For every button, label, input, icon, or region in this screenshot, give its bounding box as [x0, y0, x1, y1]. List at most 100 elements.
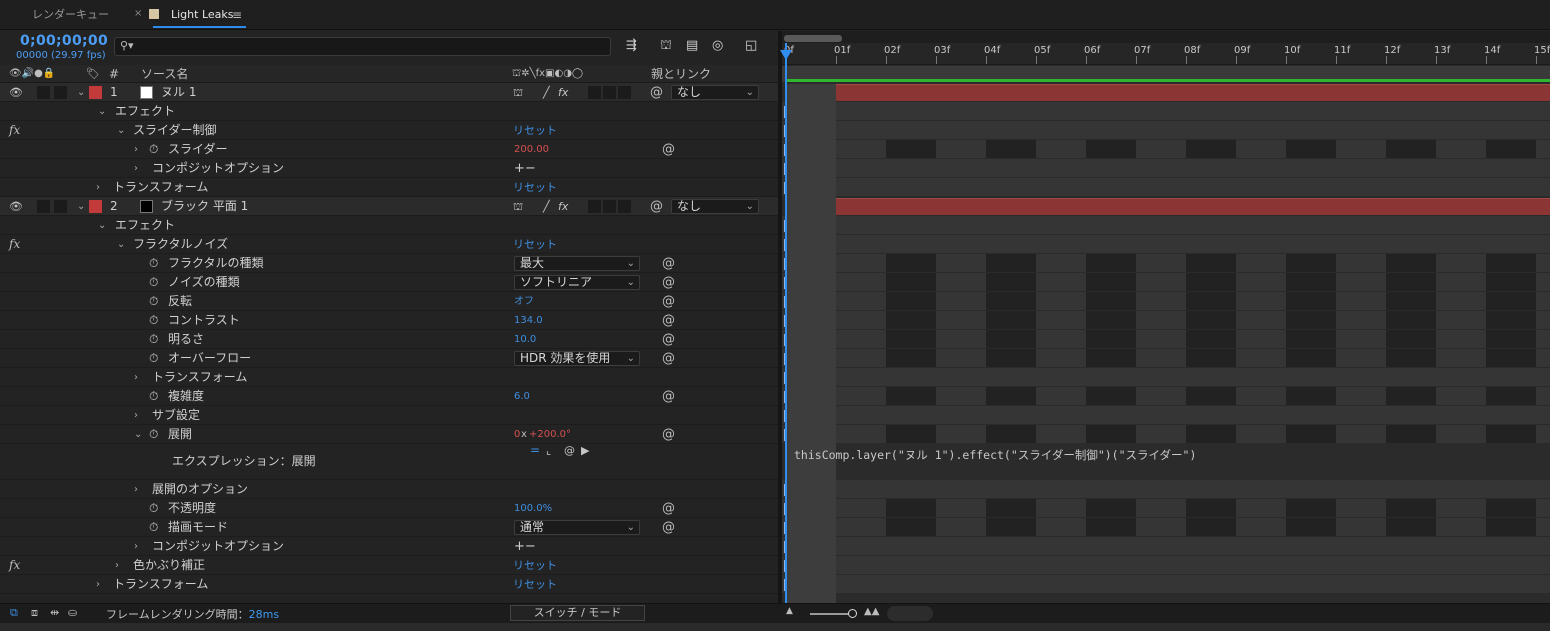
- pick-whip-icon[interactable]: @: [662, 425, 675, 444]
- property-row[interactable]: › コンポジットオプション +−: [0, 159, 778, 178]
- timeline-track[interactable]: [782, 537, 1550, 556]
- label-color-swatch[interactable]: [89, 86, 102, 99]
- playhead-handle[interactable]: [780, 50, 792, 60]
- timeline-track[interactable]: [782, 387, 1550, 406]
- property-dropdown[interactable]: ソフトリニア ⌄: [514, 275, 640, 290]
- property-row[interactable]: › ⏱ スライダー 200.00 @: [0, 140, 778, 159]
- adjustment-switch[interactable]: [618, 200, 631, 213]
- property-row[interactable]: エクスプレッション：展開 = ⌞ @ ▶: [0, 441, 778, 480]
- layer-row[interactable]: 👁 ⌄ 1 ヌル 1 ⛫ ╱ fx @ なし ⌄: [0, 83, 778, 102]
- layer-duration-bar[interactable]: [786, 198, 1550, 215]
- time-navigator-range[interactable]: [784, 35, 842, 42]
- property-row[interactable]: fx ⌄ スライダー制御 リセット: [0, 121, 778, 140]
- property-row[interactable]: ⏱ 明るさ 10.0 @: [0, 330, 778, 349]
- tab-render-queue[interactable]: レンダーキュー: [32, 0, 109, 30]
- shy-switch-icon[interactable]: ⛫: [513, 197, 523, 216]
- timeline-track[interactable]: [782, 121, 1550, 140]
- pick-whip-icon[interactable]: @: [662, 499, 675, 518]
- pick-whip-icon[interactable]: @: [662, 273, 675, 292]
- pick-whip-icon[interactable]: @: [662, 292, 675, 311]
- layer-duration-bar[interactable]: [786, 84, 1550, 101]
- stopwatch-icon[interactable]: ⏱: [149, 254, 158, 273]
- fx-icon[interactable]: fx: [9, 556, 20, 575]
- property-value[interactable]: 134.0: [514, 311, 543, 330]
- zoom-in-icon[interactable]: ▲▲: [864, 606, 879, 617]
- layer-switches-toggle-icon[interactable]: ⧈: [31, 606, 38, 620]
- expand-chevron-icon[interactable]: ⌄: [98, 102, 106, 121]
- timeline-track[interactable]: [782, 425, 1550, 444]
- property-row[interactable]: ⌄ エフェクト: [0, 216, 778, 235]
- time-navigator[interactable]: [782, 31, 1550, 43]
- property-row[interactable]: ⏱ 描画モード 通常 ⌄ @: [0, 518, 778, 537]
- expand-chevron-icon[interactable]: ›: [134, 480, 138, 499]
- property-row[interactable]: › トランスフォーム: [0, 368, 778, 387]
- expand-chevron-icon[interactable]: ›: [134, 140, 138, 159]
- pick-whip-icon[interactable]: @: [650, 83, 663, 102]
- fx-icon[interactable]: fx: [9, 121, 20, 140]
- pick-whip-icon[interactable]: @: [662, 387, 675, 406]
- expression-language-icon[interactable]: ▶: [581, 441, 589, 460]
- stopwatch-icon[interactable]: ⏱: [149, 311, 158, 330]
- expand-chevron-icon[interactable]: ›: [96, 575, 100, 594]
- fx-icon[interactable]: fx: [9, 235, 20, 254]
- pick-whip-icon[interactable]: @: [564, 441, 575, 460]
- quality-switch-icon[interactable]: ╱: [543, 197, 550, 216]
- pick-whip-icon[interactable]: @: [662, 311, 675, 330]
- zoom-slider-knob[interactable]: [848, 609, 857, 618]
- property-value[interactable]: 200.00: [514, 140, 549, 159]
- solo-switch[interactable]: [54, 86, 67, 99]
- pick-whip-icon[interactable]: @: [662, 254, 675, 273]
- expand-chevron-icon[interactable]: ⌄: [117, 121, 125, 140]
- timeline-track[interactable]: [782, 349, 1550, 368]
- pick-whip-icon[interactable]: @: [662, 140, 675, 159]
- motion-blur-switch[interactable]: [603, 86, 616, 99]
- layer-name[interactable]: ブラック 平面 1: [161, 197, 248, 216]
- parent-dropdown[interactable]: なし ⌄: [671, 199, 759, 214]
- frame-blending-icon[interactable]: ▤: [686, 38, 698, 53]
- quality-switch-icon[interactable]: ╱: [543, 83, 550, 102]
- solo-switch[interactable]: [54, 200, 67, 213]
- eye-icon[interactable]: 👁: [9, 197, 23, 216]
- stopwatch-icon[interactable]: ⏱: [149, 273, 158, 292]
- expand-chevron-icon[interactable]: ›: [134, 537, 138, 556]
- property-row[interactable]: ⏱ フラクタルの種類 最大 ⌄ @: [0, 254, 778, 273]
- pick-whip-icon[interactable]: @: [662, 349, 675, 368]
- stopwatch-icon[interactable]: ⏱: [149, 140, 158, 159]
- transfer-controls-icon[interactable]: ⇹: [50, 606, 59, 619]
- frame-blend-switch[interactable]: [588, 86, 601, 99]
- reset-link[interactable]: リセット: [513, 121, 557, 140]
- time-zoom-bar[interactable]: [887, 606, 933, 621]
- stopwatch-icon[interactable]: ⏱: [149, 499, 158, 518]
- graph-icon[interactable]: ⌞: [546, 441, 551, 460]
- timeline-track[interactable]: [782, 330, 1550, 349]
- property-row[interactable]: fx ⌄ フラクタルノイズ リセット: [0, 235, 778, 254]
- expand-chevron-icon[interactable]: ›: [134, 159, 138, 178]
- current-time-display[interactable]: 0;00;00;00: [20, 33, 108, 49]
- search-input[interactable]: [114, 37, 611, 56]
- stopwatch-icon[interactable]: ⏱: [149, 425, 158, 444]
- property-row[interactable]: › 展開のオプション: [0, 480, 778, 499]
- property-row[interactable]: ⏱ 不透明度 100.0% @: [0, 499, 778, 518]
- reset-link[interactable]: リセット: [513, 556, 557, 575]
- expand-chevron-icon[interactable]: ⌄: [77, 197, 85, 216]
- timeline-track[interactable]: [782, 254, 1550, 273]
- property-value[interactable]: 10.0: [514, 330, 536, 349]
- property-value[interactable]: 6.0: [514, 387, 530, 406]
- pick-whip-icon[interactable]: @: [650, 197, 663, 216]
- revolution-value[interactable]: 0: [514, 425, 520, 444]
- property-value[interactable]: 100.0%: [514, 499, 552, 518]
- property-row[interactable]: ⏱ 複雑度 6.0 @: [0, 387, 778, 406]
- property-dropdown[interactable]: HDR 効果を使用 ⌄: [514, 351, 640, 366]
- menu-icon[interactable]: ≡: [232, 8, 242, 22]
- expand-chevron-icon[interactable]: ⌄: [77, 83, 85, 102]
- property-row[interactable]: ⌄ エフェクト: [0, 102, 778, 121]
- property-dropdown[interactable]: 最大 ⌄: [514, 256, 640, 271]
- eye-icon[interactable]: 👁: [9, 83, 23, 102]
- frame-blend-switch[interactable]: [588, 200, 601, 213]
- expand-chevron-icon[interactable]: ›: [96, 178, 100, 197]
- property-row[interactable]: fx › 色かぶり補正 リセット: [0, 556, 778, 575]
- timeline-track[interactable]: [782, 273, 1550, 292]
- layer-row[interactable]: 👁 ⌄ 2 ブラック 平面 1 ⛫ ╱ fx @ なし ⌄: [0, 197, 778, 216]
- motion-blur-icon[interactable]: ◎: [712, 38, 723, 53]
- switches-modes-button[interactable]: スイッチ / モード: [510, 605, 645, 621]
